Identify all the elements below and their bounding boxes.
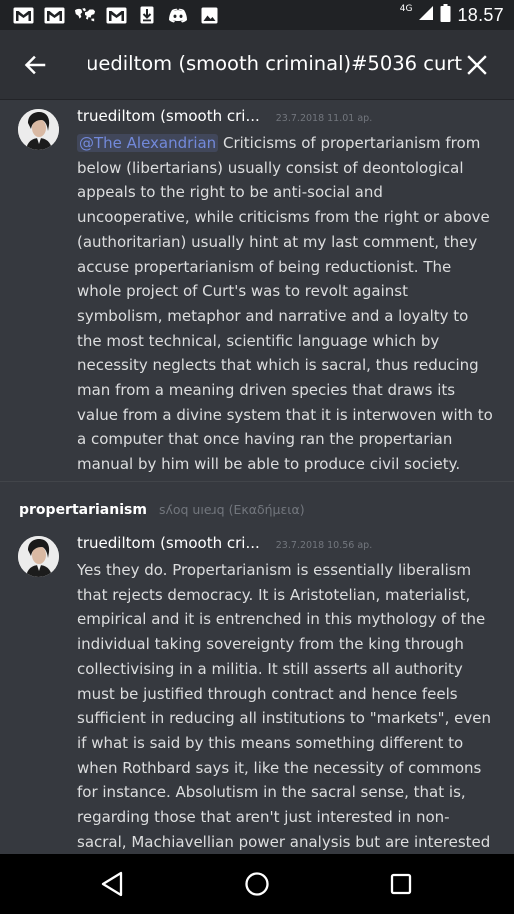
search-query-title[interactable]: truediltom (smooth criminal)#5036 curt xyxy=(88,52,462,80)
notification-icons xyxy=(12,5,220,25)
channel-toolbar: truediltom (smooth criminal)#5036 curt xyxy=(0,30,514,100)
message-text: Yes they do. Propertarianism is essentia… xyxy=(77,561,491,851)
network-label: 4G xyxy=(399,4,413,14)
battery-icon xyxy=(440,3,451,27)
gmail-icon xyxy=(105,6,127,24)
timestamp: 23.7.2018 10.56 ap. xyxy=(275,540,373,551)
timestamp: 23.7.2018 11.01 ap. xyxy=(275,113,373,124)
world-map-icon xyxy=(74,6,96,24)
clock: 18.57 xyxy=(457,4,504,25)
channel-name[interactable]: propertarianism xyxy=(19,502,147,518)
channel-header[interactable]: propertarianism sʎoq uıeɹq (Εκαδήμεια) xyxy=(19,499,305,519)
back-triangle-icon xyxy=(101,871,123,897)
close-icon xyxy=(467,55,487,75)
nav-home-button[interactable] xyxy=(241,868,273,900)
avatar[interactable] xyxy=(18,536,59,577)
signal-icon xyxy=(418,5,434,26)
message-header: truediltom (smooth cri... 23.7.2018 11.01… xyxy=(77,106,372,128)
search-results: truediltom (smooth cri... 23.7.2018 11.01… xyxy=(0,100,514,854)
gmail-icon xyxy=(12,6,34,24)
image-icon xyxy=(198,6,220,24)
nav-recents-button[interactable] xyxy=(385,868,417,900)
arrow-left-icon xyxy=(24,55,46,75)
home-circle-icon xyxy=(245,872,269,896)
back-button[interactable] xyxy=(20,50,50,80)
user-mention[interactable]: @The Alexandrian xyxy=(77,134,219,152)
status-bar: 4G 18.57 xyxy=(0,0,514,30)
divider xyxy=(0,481,514,482)
download-icon xyxy=(136,6,158,24)
message-header: truediltom (smooth cri... 23.7.2018 10.56… xyxy=(77,533,372,555)
gmail-icon xyxy=(43,6,65,24)
username[interactable]: truediltom (smooth cri... xyxy=(77,534,260,552)
message-content: @The Alexandrian Criticisms of propertar… xyxy=(77,131,497,477)
recents-square-icon xyxy=(390,873,412,895)
message-text: Criticisms of propertarianism from below… xyxy=(77,134,493,474)
channel-category: sʎoq uıeɹq (Εκαδήμεια) xyxy=(158,502,305,517)
discord-icon xyxy=(167,6,189,24)
navigation-bar xyxy=(0,854,514,914)
system-indicators: 4G 18.57 xyxy=(399,3,504,27)
avatar[interactable] xyxy=(18,109,59,150)
close-button[interactable] xyxy=(462,50,492,80)
username[interactable]: truediltom (smooth cri... xyxy=(77,107,260,125)
nav-back-button[interactable] xyxy=(96,868,128,900)
message-content: Yes they do. Propertarianism is essentia… xyxy=(77,558,497,854)
